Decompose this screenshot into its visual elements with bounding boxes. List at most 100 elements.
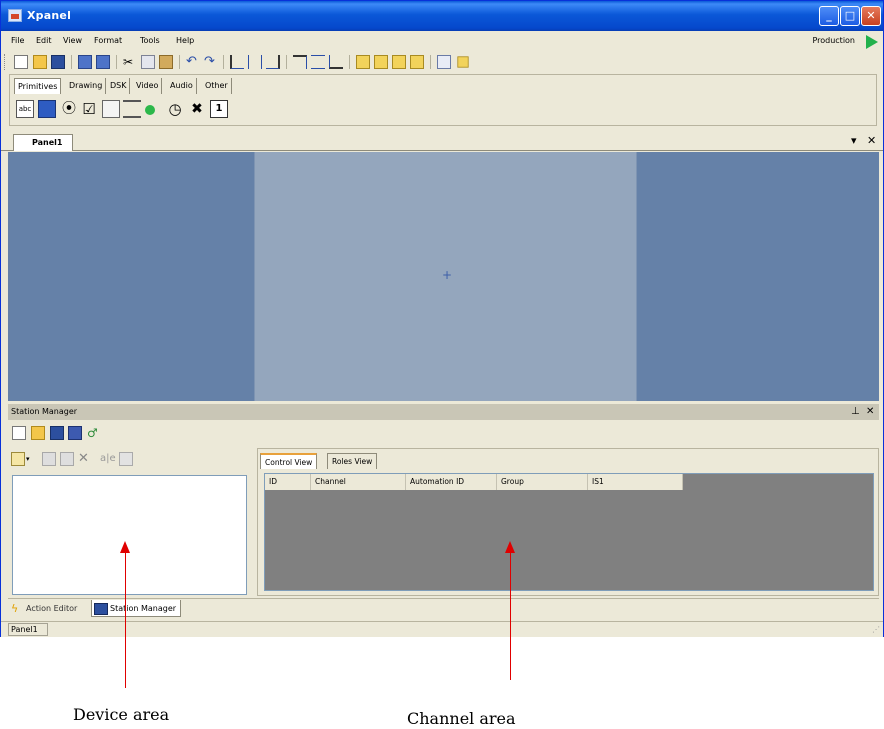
column-automation-id[interactable]: Automation ID xyxy=(406,474,497,490)
delete-icon[interactable]: ✕ xyxy=(78,452,92,466)
channel-area: Control View Roles View ID Channel Autom… xyxy=(257,448,879,596)
align-bottom-icon[interactable] xyxy=(329,55,343,69)
align-middle-icon[interactable] xyxy=(311,55,325,69)
group-icon[interactable] xyxy=(437,55,451,69)
rename-icon[interactable]: a|e xyxy=(100,452,116,466)
clock-icon[interactable]: ◷ xyxy=(166,100,184,118)
column-group[interactable]: Group xyxy=(497,474,588,490)
play-icon[interactable] xyxy=(866,35,878,49)
send-to-back-icon[interactable] xyxy=(374,55,388,69)
column-is1[interactable]: IS1 xyxy=(588,474,683,490)
dropdown-icon[interactable]: ▾ xyxy=(851,134,857,147)
numeric-icon[interactable]: 1 xyxy=(210,100,228,118)
align-center-icon[interactable] xyxy=(248,55,262,69)
paste-device-icon[interactable] xyxy=(60,452,74,466)
align-left-icon[interactable] xyxy=(230,55,244,69)
copy-device-icon[interactable] xyxy=(42,452,56,466)
tab-station-manager[interactable]: Station Manager xyxy=(91,600,182,617)
resize-grip-icon[interactable]: ⋰ xyxy=(872,625,880,634)
tools-icon[interactable]: ✖ xyxy=(188,100,206,118)
properties-icon[interactable] xyxy=(119,452,133,466)
led-icon[interactable] xyxy=(145,105,155,115)
toolbar-separator xyxy=(349,55,350,69)
copy-icon[interactable] xyxy=(141,55,155,69)
main-toolbar: ✂ ↶ ↷ xyxy=(1,51,883,73)
slider-icon[interactable] xyxy=(123,100,141,118)
toolbar-separator xyxy=(179,55,180,69)
tab-video[interactable]: Video xyxy=(133,78,163,94)
export-icon[interactable] xyxy=(96,55,110,69)
menu-view[interactable]: View xyxy=(63,36,82,45)
tab-roles-view[interactable]: Roles View xyxy=(327,453,378,469)
channel-arrow-head xyxy=(505,541,515,553)
design-canvas[interactable]: + xyxy=(8,152,879,401)
column-channel[interactable]: Channel xyxy=(311,474,406,490)
tab-control-view[interactable]: Control View xyxy=(260,453,318,469)
tab-primitives[interactable]: Primitives xyxy=(14,78,62,94)
new-station-icon[interactable] xyxy=(12,426,26,440)
tab-dsk[interactable]: DSK xyxy=(107,78,131,94)
production-mode-label[interactable]: Production xyxy=(812,36,855,45)
grid-icon xyxy=(94,602,108,615)
save-station-icon[interactable] xyxy=(50,426,64,440)
open-icon[interactable] xyxy=(33,55,47,69)
tab-audio[interactable]: Audio xyxy=(167,78,197,94)
title-bar[interactable]: Xpanel _ □ ✕ xyxy=(1,1,883,31)
menu-format[interactable]: Format xyxy=(94,36,122,45)
send-backward-icon[interactable] xyxy=(410,55,424,69)
column-id[interactable]: ID xyxy=(265,474,311,490)
device-toolbar: ▾ ✕ a|e xyxy=(8,448,251,470)
rectangle-icon[interactable] xyxy=(38,100,56,118)
open-station-icon[interactable] xyxy=(31,426,45,440)
bring-to-front-icon[interactable] xyxy=(356,55,370,69)
menu-help[interactable]: Help xyxy=(176,36,194,45)
close-button[interactable]: ✕ xyxy=(861,6,881,26)
channel-area-caption: Channel area xyxy=(407,709,516,728)
add-device-icon[interactable] xyxy=(11,452,25,466)
toolbar-separator xyxy=(286,55,287,69)
checkbox-icon[interactable]: ☑ xyxy=(80,100,98,118)
device-arrow-head xyxy=(120,541,130,553)
pin-icon[interactable]: ⊥ xyxy=(851,404,860,420)
minimize-button[interactable]: _ xyxy=(819,6,839,26)
save-icon[interactable] xyxy=(51,55,65,69)
tab-drawing[interactable]: Drawing xyxy=(66,78,107,94)
toolbar-separator xyxy=(116,55,117,69)
device-arrow-line xyxy=(125,552,126,688)
radio-button-icon[interactable]: ⦿ xyxy=(60,100,78,118)
import-icon[interactable] xyxy=(78,55,92,69)
channel-grid[interactable]: ID Channel Automation ID Group IS1 xyxy=(264,473,874,591)
bring-forward-icon[interactable] xyxy=(392,55,406,69)
station-manager-title: Station Manager xyxy=(11,407,78,416)
toolbar-separator xyxy=(223,55,224,69)
toolbar-grip[interactable] xyxy=(4,54,7,70)
menu-bar: File Edit View Format Tools Help Product… xyxy=(1,31,883,51)
status-bar: Panel1 ⋰ xyxy=(1,621,883,637)
channel-arrow-line xyxy=(510,552,511,680)
tab-action-editor[interactable]: Action Editor xyxy=(26,600,77,617)
redo-icon[interactable]: ↷ xyxy=(204,55,218,69)
maximize-button[interactable]: □ xyxy=(840,6,860,26)
device-area-list[interactable] xyxy=(12,475,247,595)
chevron-down-icon[interactable]: ▾ xyxy=(26,452,40,466)
tab-station-manager-label: Station Manager xyxy=(110,604,177,613)
label-icon[interactable]: abc xyxy=(16,100,34,118)
close-pane-icon[interactable]: ✕ xyxy=(866,404,874,420)
tab-other[interactable]: Other xyxy=(202,78,232,94)
cut-icon[interactable]: ✂ xyxy=(123,55,137,69)
menu-edit[interactable]: Edit xyxy=(36,36,52,45)
tab-panel1[interactable]: Panel1 xyxy=(13,134,73,151)
menu-tools[interactable]: Tools xyxy=(140,36,160,45)
align-top-icon[interactable] xyxy=(293,55,307,69)
menu-file[interactable]: File xyxy=(11,36,24,45)
undo-icon[interactable]: ↶ xyxy=(186,55,200,69)
new-icon[interactable] xyxy=(14,55,28,69)
list-icon[interactable] xyxy=(102,100,120,118)
close-document-icon[interactable]: ✕ xyxy=(867,134,876,147)
panel-surface[interactable]: + xyxy=(254,152,637,401)
paste-icon[interactable] xyxy=(159,55,173,69)
connect-icon[interactable]: ♂ xyxy=(87,426,101,440)
save-as-icon[interactable] xyxy=(68,426,82,440)
ungroup-icon[interactable] xyxy=(457,56,469,68)
align-right-icon[interactable] xyxy=(266,55,280,69)
